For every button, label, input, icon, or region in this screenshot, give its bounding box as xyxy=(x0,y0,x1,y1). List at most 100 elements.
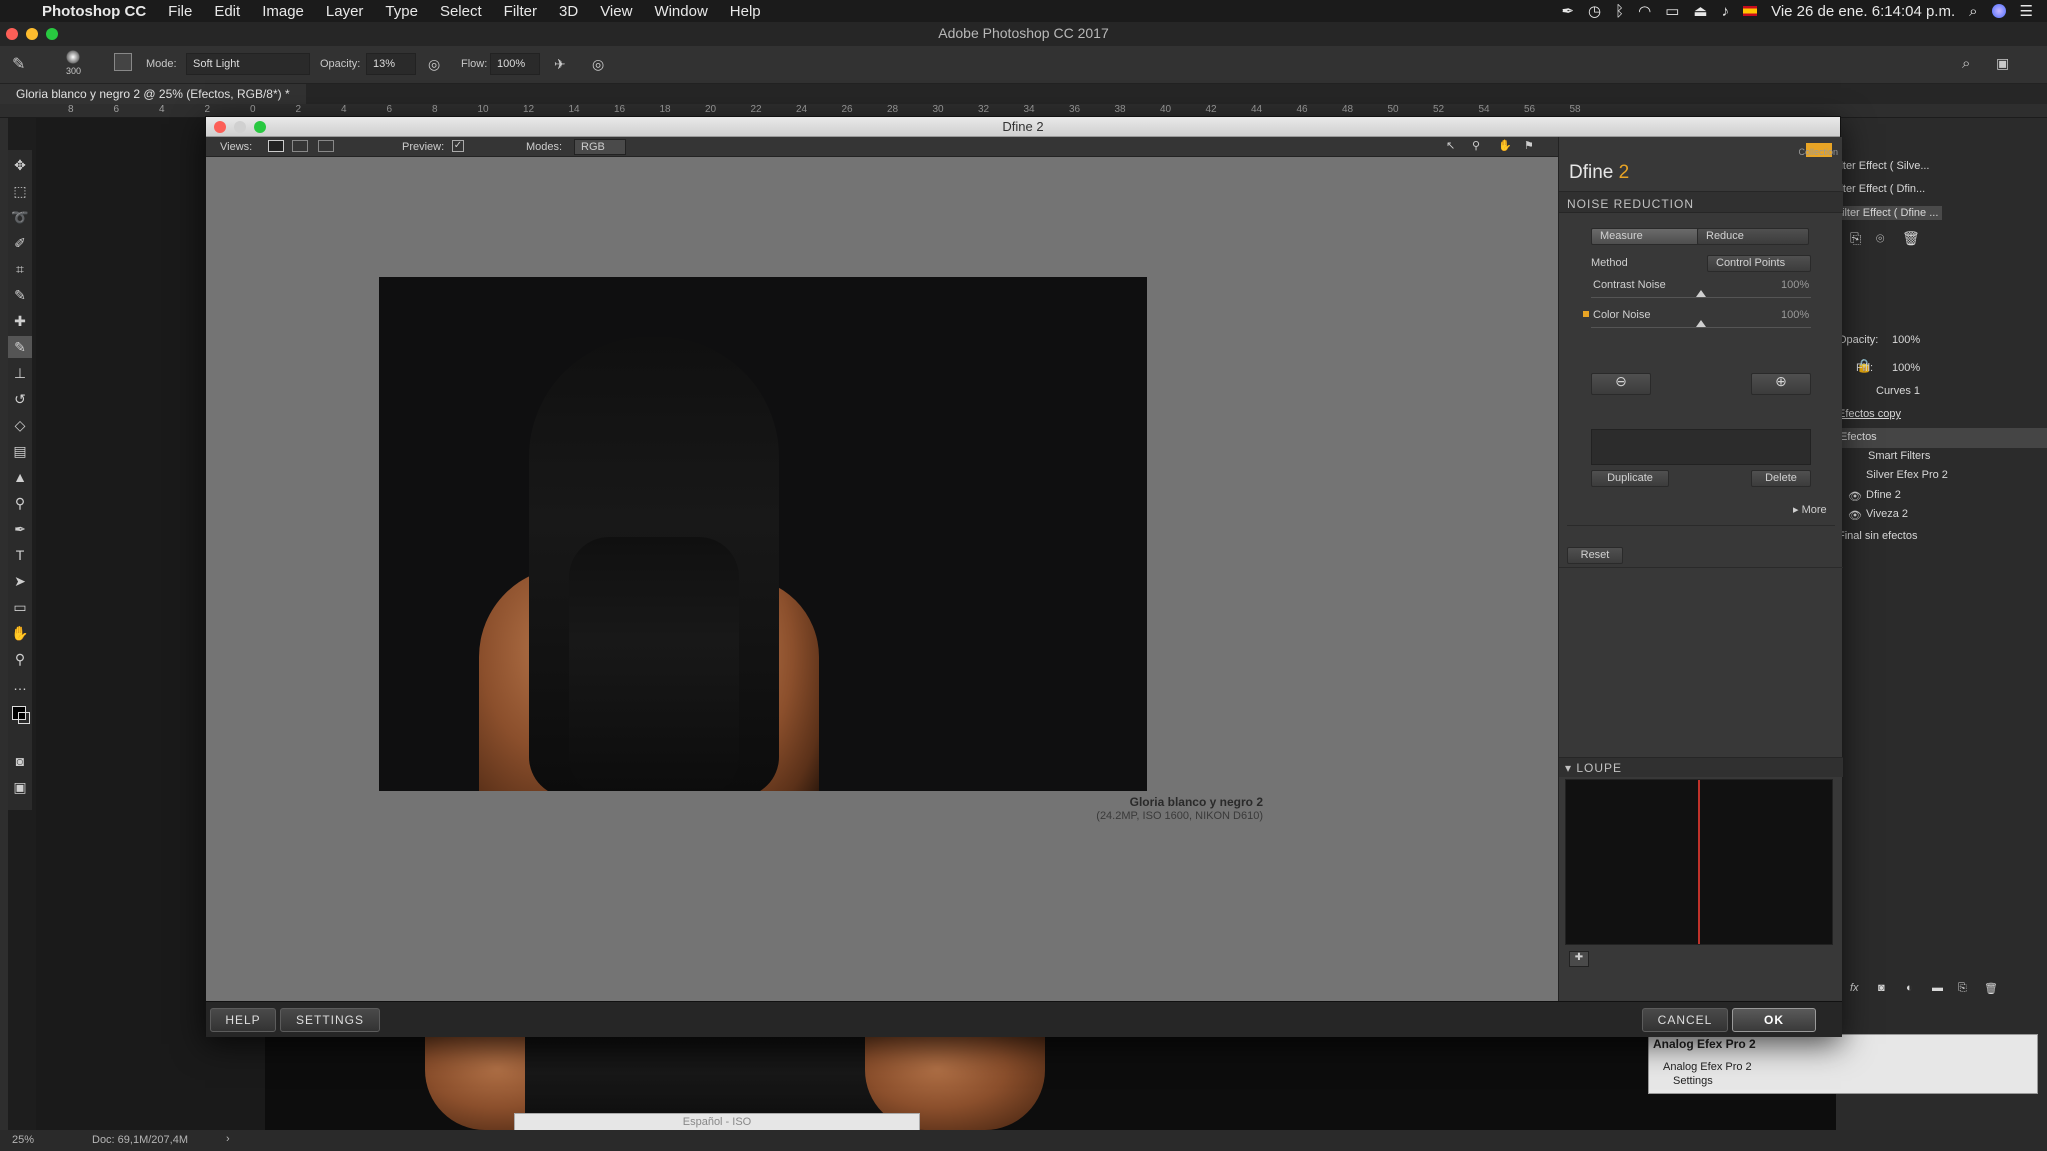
filter-viveza[interactable]: Viveza 2 xyxy=(1866,508,1908,520)
menu-filter[interactable]: Filter xyxy=(504,3,537,20)
contrast-noise-thumb[interactable] xyxy=(1696,290,1706,297)
visibility-eye-icon[interactable]: 👁 xyxy=(1848,509,1862,522)
history-item[interactable]: ilter Effect ( Silve... xyxy=(1838,160,1930,172)
hand-tool-icon[interactable]: ✋ xyxy=(1498,139,1512,152)
fx-icon[interactable]: fx xyxy=(1850,982,1859,994)
screen-mode-icon[interactable]: ▣ xyxy=(8,776,32,798)
analog-efex-settings[interactable]: Settings xyxy=(1673,1075,1713,1087)
dodge-tool-icon[interactable]: ⚲ xyxy=(8,492,32,514)
quick-select-tool-icon[interactable]: ✐ xyxy=(8,232,32,254)
layers-fill-value[interactable]: 100% xyxy=(1892,362,1920,374)
new-layer-icon[interactable]: ⎘ xyxy=(1958,982,1967,995)
modes-select[interactable]: RGB xyxy=(574,139,626,155)
layer-curves[interactable]: Curves 1 xyxy=(1876,385,1920,397)
color-noise-thumb[interactable] xyxy=(1696,320,1706,327)
healing-tool-icon[interactable]: ✚ xyxy=(8,310,32,332)
siri-icon[interactable] xyxy=(1991,4,2006,18)
pressure-size-icon[interactable]: ◎ xyxy=(592,56,604,73)
move-tool-icon[interactable]: ✥ xyxy=(8,154,32,176)
filter-silver-efex[interactable]: Silver Efex Pro 2 xyxy=(1866,469,1948,481)
eject-icon[interactable]: ⏏ xyxy=(1693,2,1707,20)
menu-app-name[interactable]: Photoshop CC xyxy=(42,3,146,20)
layer-final-sin-efectos[interactable]: Final sin efectos xyxy=(1838,530,1917,542)
delete-button[interactable]: Delete xyxy=(1751,470,1811,487)
layers-opacity-value[interactable]: 100% xyxy=(1892,334,1920,346)
eraser-tool-icon[interactable]: ◇ xyxy=(8,414,32,436)
volume-icon[interactable]: ♪ xyxy=(1722,3,1730,20)
type-tool-icon[interactable]: T xyxy=(8,544,32,566)
menu-image[interactable]: Image xyxy=(262,3,304,20)
add-control-point-button[interactable]: ⊕ xyxy=(1751,373,1811,395)
feather-icon[interactable]: ✒ xyxy=(1561,2,1574,20)
menu-select[interactable]: Select xyxy=(440,3,482,20)
path-select-icon[interactable]: ➤ xyxy=(8,570,32,592)
delete-layer-icon[interactable]: 🗑 xyxy=(1984,982,1998,995)
crop-tool-icon[interactable]: ⌗ xyxy=(8,258,32,280)
adjustment-icon[interactable]: ◐ xyxy=(1906,982,1913,994)
analog-efex-item[interactable]: Analog Efex Pro 2 xyxy=(1663,1061,1752,1073)
pin-icon[interactable]: ⚑ xyxy=(1524,139,1534,152)
side-by-side-view-icon[interactable] xyxy=(318,140,334,152)
method-select[interactable]: Control Points xyxy=(1707,255,1811,272)
single-view-icon[interactable] xyxy=(268,140,284,152)
zoom-level[interactable]: 25% xyxy=(12,1134,34,1146)
history-brush-icon[interactable]: ↺ xyxy=(8,388,32,410)
reset-button[interactable]: Reset xyxy=(1567,547,1623,564)
remove-control-point-button[interactable]: ⊖ xyxy=(1591,373,1651,395)
loupe-header[interactable]: ▾ LOUPE xyxy=(1559,757,1843,777)
ok-button[interactable]: OK xyxy=(1732,1008,1816,1032)
pen-tool-icon[interactable]: ✒ xyxy=(8,518,32,540)
loupe-view[interactable] xyxy=(1565,779,1833,945)
layer-efectos[interactable]: Efectos xyxy=(1836,428,2047,448)
control-points-list[interactable] xyxy=(1591,429,1811,465)
brush-preset-icon[interactable] xyxy=(66,50,80,64)
marquee-tool-icon[interactable]: ⬚ xyxy=(8,180,32,202)
bluetooth-icon[interactable]: ᛒ xyxy=(1615,3,1624,20)
wifi-icon[interactable]: ◠ xyxy=(1638,2,1651,20)
layer-efectos-copy[interactable]: Efectos copy xyxy=(1838,408,1901,420)
quick-mask-icon[interactable]: ◙ xyxy=(8,750,32,772)
menu-3d[interactable]: 3D xyxy=(559,3,578,20)
menu-window[interactable]: Window xyxy=(654,3,707,20)
color-swatches-icon[interactable] xyxy=(8,702,32,724)
pointer-tool-icon[interactable]: ↖ xyxy=(1446,139,1455,152)
shape-tool-icon[interactable]: ▭ xyxy=(8,596,32,618)
duplicate-button[interactable]: Duplicate xyxy=(1591,470,1669,487)
stamp-tool-icon[interactable]: ⊥ xyxy=(8,362,32,384)
preview-photo[interactable] xyxy=(379,277,1147,791)
menu-clock[interactable]: Vie 26 de ene. 6:14:04 p.m. xyxy=(1771,3,1955,20)
visibility-eye-icon[interactable]: 👁 xyxy=(1848,490,1862,503)
brush-tool-icon[interactable]: ✎ xyxy=(12,54,25,74)
split-view-icon[interactable] xyxy=(292,140,308,152)
spotlight-icon[interactable]: ⌕ xyxy=(1969,3,1977,20)
opacity-field[interactable]: 13% xyxy=(366,53,416,75)
notification-center-icon[interactable]: ☰ xyxy=(2020,2,2033,20)
hand-tool-icon[interactable]: ✋ xyxy=(8,622,32,644)
settings-button[interactable]: SETTINGS xyxy=(280,1008,380,1032)
gradient-tool-icon[interactable]: ▤ xyxy=(8,440,32,462)
history-item[interactable]: ilter Effect ( Dfin... xyxy=(1838,183,1925,195)
menu-view[interactable]: View xyxy=(600,3,632,20)
menu-edit[interactable]: Edit xyxy=(214,3,240,20)
camera-icon[interactable]: ⌾ xyxy=(1876,230,1884,247)
reduce-tab[interactable]: Reduce xyxy=(1697,228,1809,245)
loupe-split-line[interactable] xyxy=(1698,780,1700,944)
loupe-pin-icon[interactable]: ✚ xyxy=(1569,951,1589,967)
menu-help[interactable]: Help xyxy=(730,3,761,20)
blur-tool-icon[interactable]: ▲ xyxy=(8,466,32,488)
brush-panel-toggle-icon[interactable] xyxy=(114,53,132,71)
color-noise-slider[interactable] xyxy=(1591,327,1811,328)
new-document-icon[interactable]: ⎘ xyxy=(1850,230,1861,247)
menu-layer[interactable]: Layer xyxy=(326,3,364,20)
menu-file[interactable]: File xyxy=(168,3,192,20)
time-machine-icon[interactable]: ◷ xyxy=(1588,2,1601,20)
zoom-tool-icon[interactable]: ⚲ xyxy=(8,648,32,670)
flow-field[interactable]: 100% xyxy=(490,53,540,75)
trash-icon[interactable]: 🗑 xyxy=(1902,230,1920,247)
eyedropper-tool-icon[interactable]: ✎ xyxy=(8,284,32,306)
more-tools-icon[interactable]: … xyxy=(8,674,32,696)
mask-icon[interactable]: ◙ xyxy=(1878,982,1885,994)
document-tab[interactable]: Gloria blanco y negro 2 @ 25% (Efectos, … xyxy=(0,84,306,104)
mode-select[interactable]: Soft Light xyxy=(186,53,310,75)
pressure-opacity-icon[interactable]: ◎ xyxy=(428,56,440,73)
